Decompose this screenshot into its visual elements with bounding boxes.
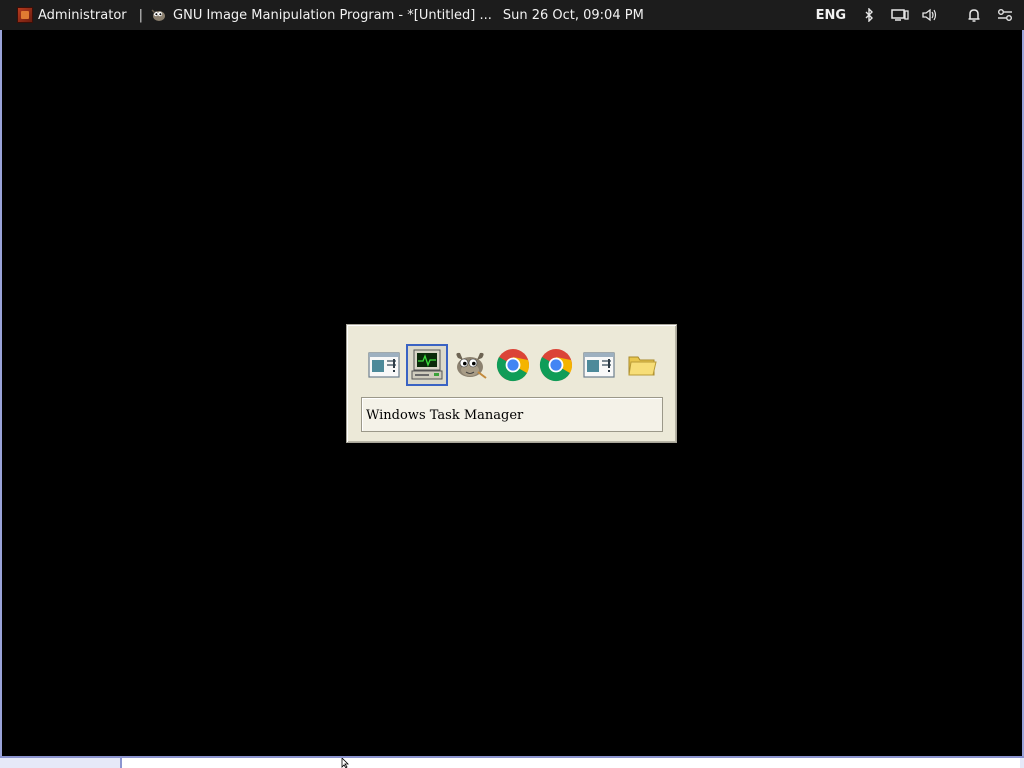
settings-toggle-icon[interactable] (996, 6, 1014, 24)
volume-icon[interactable] (921, 6, 939, 24)
user-menu[interactable]: Administrator (17, 7, 127, 23)
user-label: Administrator (38, 7, 127, 23)
selected-window-name: Windows Task Manager (361, 397, 663, 432)
switcher-app-tile[interactable] (363, 344, 405, 386)
switcher-icon-row (363, 344, 664, 386)
user-avatar-icon (17, 7, 33, 23)
window-switcher: Windows Task Manager (346, 324, 677, 443)
generic-window-icon (583, 352, 615, 378)
switcher-app-tile[interactable] (492, 344, 534, 386)
bottom-window-strip (0, 756, 1024, 768)
chrome-icon (496, 349, 529, 382)
folder-icon (628, 356, 657, 376)
window-title: GNU Image Manipulation Program - *[Untit… (173, 7, 492, 23)
generic-window-icon (368, 352, 400, 378)
task-manager-icon (411, 349, 443, 380)
gimp-icon (456, 352, 487, 379)
mouse-cursor-icon (341, 758, 349, 768)
switcher-app-tile-selected[interactable] (406, 344, 448, 386)
chrome-icon (539, 349, 572, 382)
switcher-app-tile[interactable] (449, 344, 491, 386)
bluetooth-icon[interactable] (860, 6, 878, 24)
display-icon[interactable] (891, 6, 909, 24)
bottom-window-edge (120, 758, 1020, 768)
switcher-app-tile[interactable] (578, 344, 620, 386)
top-panel: Administrator | GNU Image Manipulation P… (0, 0, 1024, 30)
keyboard-language[interactable]: ENG (816, 8, 846, 23)
screen: Administrator | GNU Image Manipulation P… (0, 0, 1024, 768)
switcher-app-tile[interactable] (621, 344, 663, 386)
active-window-title[interactable]: GNU Image Manipulation Program - *[Untit… (143, 8, 492, 23)
notification-bell-icon[interactable] (965, 6, 983, 24)
system-tray: ENG (816, 0, 1024, 30)
switcher-app-tile[interactable] (535, 344, 577, 386)
gimp-icon (151, 9, 166, 21)
clock[interactable]: Sun 26 Oct, 09:04 PM (503, 8, 644, 23)
